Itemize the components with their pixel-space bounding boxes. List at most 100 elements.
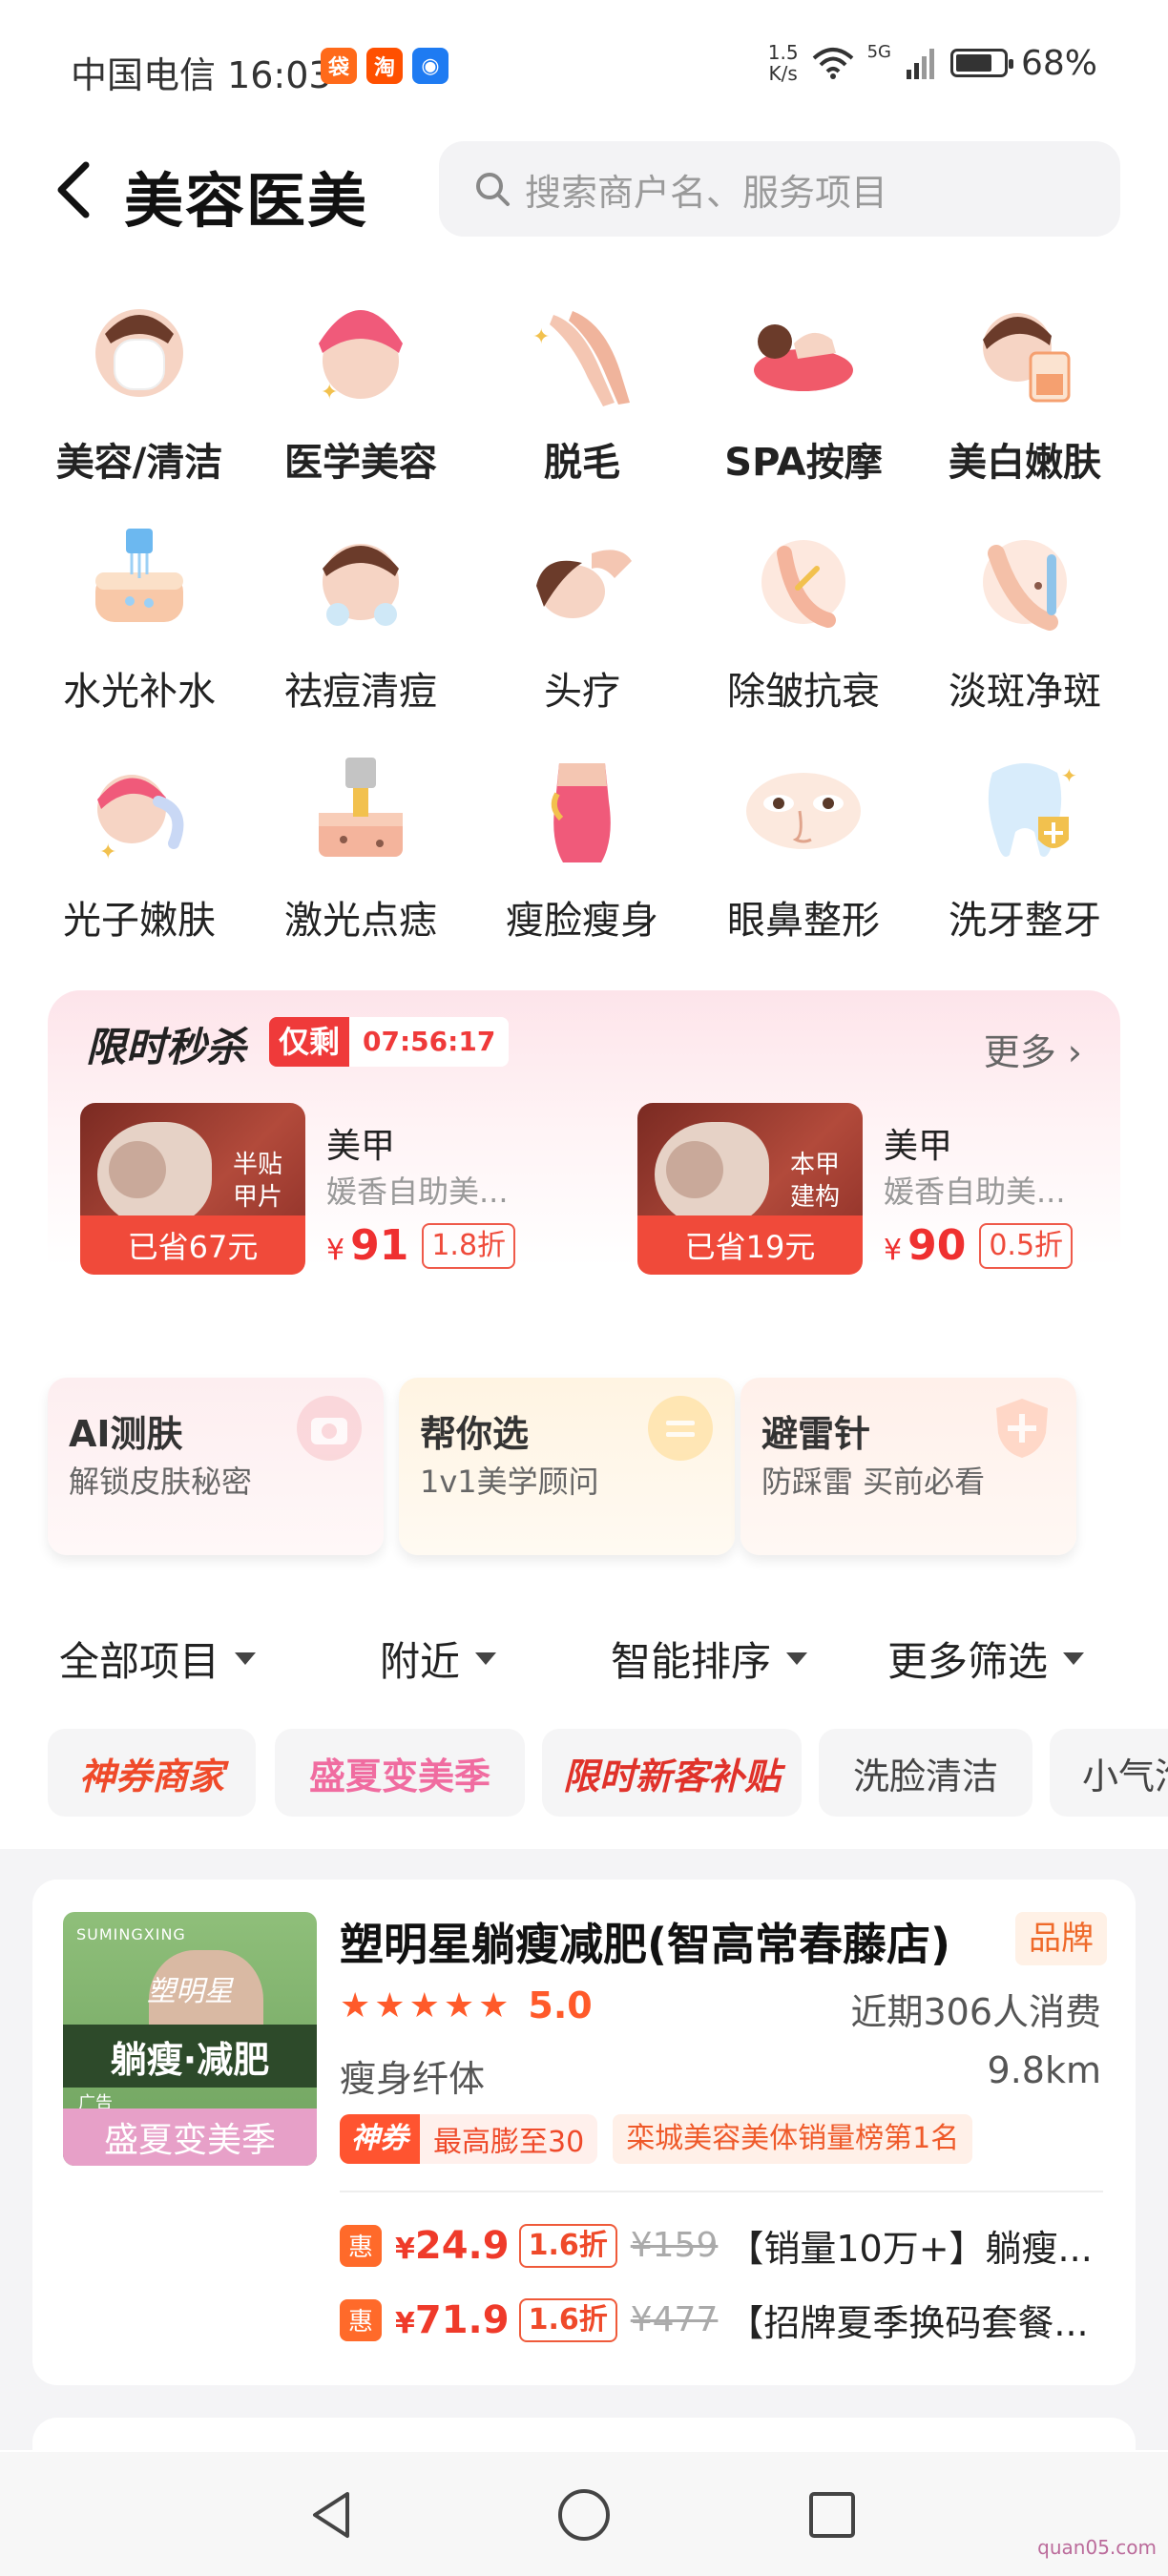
category-item[interactable]: 祛痘清痘 (250, 515, 471, 725)
filter-nearby[interactable]: 附近 (380, 1630, 497, 1688)
hydration-icon (73, 515, 206, 649)
category-item[interactable]: SPA按摩 (693, 286, 914, 496)
filter-smart-sort[interactable]: 智能排序 (611, 1630, 808, 1688)
chip-small-bubble[interactable]: 小气泡 (1050, 1729, 1168, 1817)
slimming-icon (515, 744, 649, 878)
offer-original-price: ¥159 (630, 2226, 719, 2265)
tooth-icon: ✦ (958, 744, 1092, 878)
rating: ★ ★ ★ ★ ★ 5.0 (340, 1984, 593, 2026)
rank-badge: 栾城美容美体销量榜第1名 (613, 2114, 973, 2164)
category-item[interactable]: ✦ 光子嫩肤 (29, 744, 250, 954)
category-label: 脱毛 (544, 441, 620, 485)
flash-sale-title: 限时秒杀 (86, 1024, 247, 1070)
filter-more[interactable]: 更多筛选 (887, 1630, 1085, 1688)
dropdown-arrow-icon (786, 1652, 808, 1665)
search-bar[interactable]: 搜索商户名、服务项目 (439, 141, 1120, 237)
star-icon: ★ (408, 1985, 440, 2025)
notification-apps: 袋 淘 ◉ (321, 48, 448, 84)
countdown-label: 仅剩 (269, 1017, 350, 1067)
whitening-icon (958, 286, 1092, 420)
tool-help-choose[interactable]: 帮你选 1v1美学顾问 (399, 1378, 735, 1555)
category-item[interactable]: 眼鼻整形 (693, 744, 914, 954)
category-label: 水光补水 (63, 670, 216, 714)
category-item[interactable]: 美容/清洁 (29, 286, 250, 496)
tool-subtitle: 解锁皮肤秘密 (69, 1464, 253, 1500)
divider (340, 2191, 1103, 2192)
category-item[interactable]: 除皱抗衰 (693, 515, 914, 725)
category-item[interactable]: 激光点痣 (250, 744, 471, 954)
face-mask-icon (73, 286, 206, 420)
discount-badge: 0.5折 (979, 1222, 1074, 1269)
status-bar: 中国电信 16:03 袋 淘 ◉ 1.5 K/s 5G 68% (0, 0, 1168, 134)
flash-sale-more-link[interactable]: 更多 › (984, 1023, 1082, 1075)
offer-original-price: ¥477 (630, 2300, 719, 2339)
category-label: 美白嫩肤 (949, 441, 1101, 485)
chip-super-coupon-merchants[interactable]: 神券商家 (48, 1729, 256, 1817)
saved-badge: 已省67元 (80, 1215, 305, 1275)
header: 美容医美 搜索商户名、服务项目 (0, 134, 1168, 258)
svg-text:✦: ✦ (1061, 764, 1077, 787)
flash-deal-card[interactable]: 本甲建构 已省19元 美甲 媛香自助美... ¥ 90 0.5折 (637, 1103, 1134, 1294)
deal-shop: 媛香自助美... (326, 1174, 509, 1210)
category-item[interactable]: 美白嫩肤 (914, 286, 1136, 496)
star-icon: ★ (340, 1985, 371, 2025)
offer-row[interactable]: 惠 ¥24.9 1.6折 ¥159 【销量10万+】躺瘦... (340, 2219, 1093, 2272)
offer-price: ¥71.9 (395, 2297, 510, 2342)
category-grid: 美容/清洁 ✦ 医学美容 ✦ 脱毛 SPA按摩 美白嫩肤 水光补水 祛痘清痘 头疗 除皱抗衰 淡斑净斑… (29, 286, 1136, 954)
face-towel-icon: ✦ (294, 286, 428, 420)
category-label: 头疗 (544, 670, 620, 714)
tool-avoid-pitfalls[interactable]: 避雷针 防踩雷 买前必看 (740, 1378, 1076, 1555)
deal-name: 美甲 (326, 1127, 396, 1166)
camera-icon (297, 1396, 362, 1461)
offer-discount: 1.6折 (518, 2223, 617, 2268)
category-label: 瘦脸瘦身 (506, 899, 658, 943)
filter-all-items[interactable]: 全部项目 (59, 1630, 257, 1688)
discount-icon: 惠 (340, 2298, 382, 2341)
shop-category: 瘦身纤体 (340, 2058, 486, 2100)
star-icon: ★ (443, 1985, 475, 2025)
network-type: 5G (866, 42, 891, 62)
nav-back-icon[interactable] (305, 2486, 363, 2544)
tool-ai-skin-test[interactable]: AI测肤 解锁皮肤秘密 (48, 1378, 384, 1555)
back-arrow-icon[interactable] (50, 157, 95, 222)
brand-badge: 品牌 (1015, 1912, 1107, 1965)
category-item[interactable]: ✦ 洗牙整牙 (914, 744, 1136, 954)
svg-text:✦: ✦ (321, 381, 338, 405)
tool-title: 帮你选 (420, 1413, 530, 1455)
category-item[interactable]: 头疗 (471, 515, 693, 725)
category-item[interactable]: ✦ 医学美容 (250, 286, 471, 496)
shop-distance: 9.8km (987, 2049, 1101, 2091)
shop-card[interactable]: SUMINGXING 塑明星 躺瘦·减肥 广告 盛夏变美季 塑明星躺瘦减肥(智高… (32, 1880, 1136, 2385)
recent-consumers: 近期306人消费 (850, 1991, 1101, 2033)
chip-face-cleansing[interactable]: 洗脸清洁 (819, 1729, 1032, 1817)
head-spa-icon (515, 515, 649, 649)
page-title: 美容医美 (124, 166, 369, 236)
category-label: 医学美容 (284, 441, 437, 485)
discount-badge: 1.8折 (422, 1222, 516, 1269)
offer-title: 【招牌夏季换码套餐... (727, 2302, 1089, 2344)
svg-text:✦: ✦ (99, 841, 116, 864)
offer-price: ¥24.9 (395, 2223, 510, 2268)
category-item[interactable]: 水光补水 (29, 515, 250, 725)
category-item[interactable]: 瘦脸瘦身 (471, 744, 693, 954)
tool-title: 避雷针 (761, 1413, 871, 1455)
category-label: 激光点痣 (284, 899, 437, 943)
flash-deal-card[interactable]: 半贴甲片 已省67元 美甲 媛香自助美... ¥ 91 1.8折 (80, 1103, 576, 1294)
battery-icon (949, 49, 1013, 77)
acne-icon (294, 515, 428, 649)
nav-home-icon[interactable] (555, 2486, 613, 2544)
offer-row[interactable]: 惠 ¥71.9 1.6折 ¥477 【招牌夏季换码套餐... (340, 2294, 1089, 2346)
category-item[interactable]: ✦ 脱毛 (471, 286, 693, 496)
countdown-badge: 仅剩 07:56:17 (269, 1017, 510, 1067)
battery-percent: 68% (1020, 43, 1097, 83)
category-item[interactable]: 淡斑净斑 (914, 515, 1136, 725)
messenger-app-icon: ◉ (412, 48, 448, 84)
countdown-timer: 07:56:17 (349, 1017, 510, 1067)
chip-new-customer-subsidy[interactable]: 限时新客补贴 (542, 1729, 802, 1817)
chip-summer-beauty[interactable]: 盛夏变美季 (275, 1729, 525, 1817)
category-label: 祛痘清痘 (284, 670, 437, 714)
category-label: 眼鼻整形 (727, 899, 880, 943)
filter-bar: 全部项目 附近 智能排序 更多筛选 (0, 1622, 1168, 1698)
dropdown-arrow-icon (1063, 1652, 1085, 1665)
nav-recents-icon[interactable] (803, 2486, 861, 2544)
